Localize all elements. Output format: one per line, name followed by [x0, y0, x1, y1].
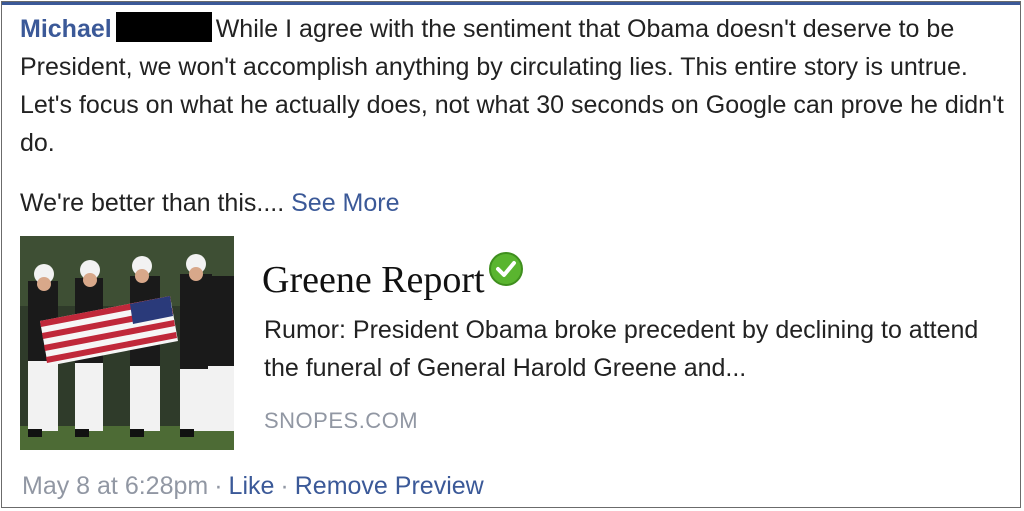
top-accent-line	[2, 2, 1020, 5]
preview-source: SNOPES.COM	[264, 408, 419, 433]
comment-body: Michael While I agree with the sentiment …	[20, 10, 1010, 162]
separator-dot: ·	[214, 472, 223, 500]
separator-dot: ·	[280, 472, 289, 500]
comment-second-paragraph: We're better than this.... See More	[20, 184, 400, 222]
see-more-link[interactable]: See More	[291, 189, 399, 217]
preview-thumbnail[interactable]	[20, 236, 234, 450]
remove-preview-link[interactable]: Remove Preview	[295, 472, 484, 500]
green-check-icon	[488, 252, 523, 296]
preview-description[interactable]: Rumor: President Obama broke precedent b…	[264, 311, 994, 387]
funeral-photo-icon	[20, 236, 234, 450]
comment-card: Michael While I agree with the sentiment …	[1, 1, 1021, 508]
preview-title[interactable]: Greene Report	[262, 252, 523, 302]
like-link[interactable]: Like	[229, 472, 275, 500]
comment-meta: May 8 at 6:28pm · Like · Remove Preview	[22, 472, 484, 501]
comment-text-2: We're better than this....	[20, 189, 285, 217]
timestamp[interactable]: May 8 at 6:28pm	[22, 472, 208, 500]
preview-title-text: Greene Report	[262, 259, 485, 301]
comment-author[interactable]: Michael	[20, 15, 112, 43]
redacted-name-block	[115, 12, 212, 42]
